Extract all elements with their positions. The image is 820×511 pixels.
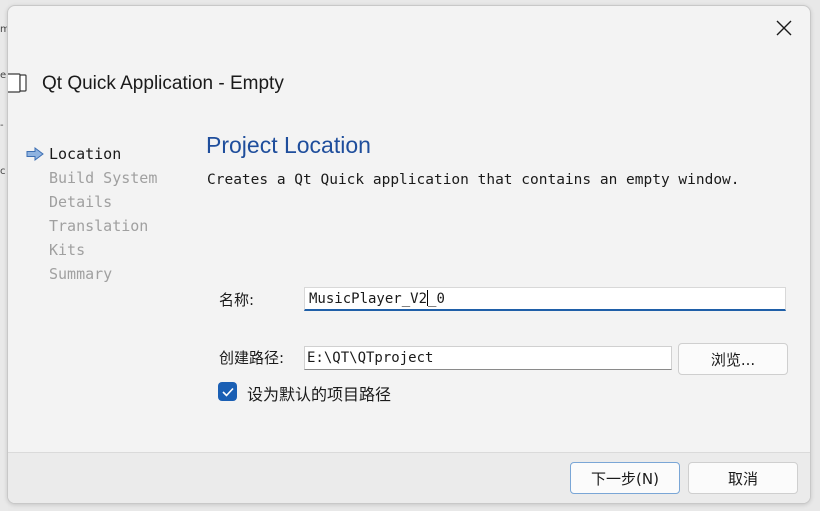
close-icon [776,20,792,36]
browse-button[interactable]: 浏览... [678,343,788,375]
default-path-checkbox[interactable] [218,382,237,401]
step-summary: Summary [26,262,157,286]
step-label: Location [49,145,122,163]
step-label: Translation [49,217,149,235]
page-title: Project Location [206,132,371,158]
step-label: Kits [49,241,86,259]
cancel-button[interactable]: 取消 [688,462,798,494]
project-path-input[interactable]: E:\QT\QTproject [304,346,672,370]
step-label: Details [49,193,113,211]
step-label: Summary [49,265,113,283]
background-text-fragment: e [0,70,7,81]
current-step-arrow-icon [26,147,44,161]
wizard-dialog: Qt Quick Application - Empty Location Bu… [7,5,811,504]
dialog-header: Qt Quick Application - Empty [8,68,284,100]
name-value-text: MusicPlayer_V2 [309,291,428,307]
project-name-input[interactable]: MusicPlayer_V2_0 [304,287,786,311]
path-value-text: E:\QT\QTproject [307,350,434,366]
close-button[interactable] [768,12,800,44]
page-description: Creates a Qt Quick application that cont… [207,172,740,188]
step-kits: Kits [26,238,157,262]
wizard-steps: Location Build System Details Translatio… [26,142,157,286]
step-label: Build System [49,169,158,187]
dialog-title: Qt Quick Application - Empty [42,73,284,94]
application-icon [8,73,27,93]
step-location: Location [26,142,157,166]
step-details: Details [26,190,157,214]
checkmark-icon [221,387,234,397]
step-build-system: Build System [26,166,157,190]
name-label: 名称: [219,291,255,309]
name-value-text-tail: _0 [428,291,445,307]
background-text-fragment: - [0,120,4,131]
path-label: 创建路径: [219,349,285,367]
default-path-checkbox-label[interactable]: 设为默认的项目路径 [247,381,391,405]
step-translation: Translation [26,214,157,238]
next-button[interactable]: 下一步(N) [570,462,680,494]
background-text-fragment: c [0,166,6,177]
